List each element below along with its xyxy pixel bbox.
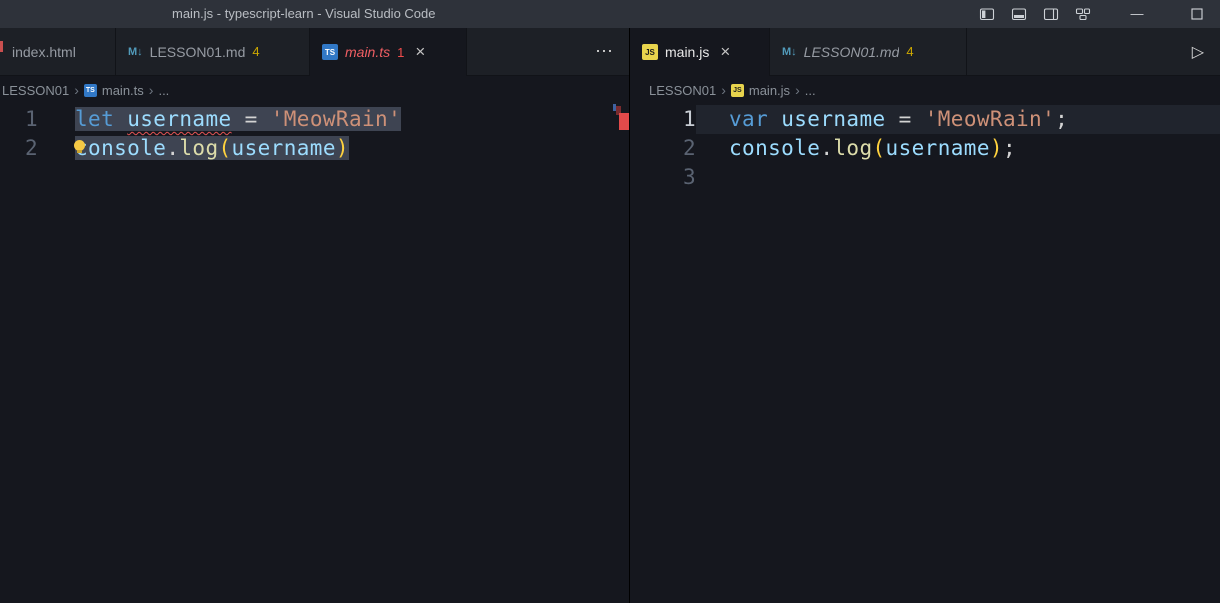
breadcrumb-right: LESSON01 › JS main.js › ... (630, 76, 1220, 104)
token-open-paren: ( (873, 136, 886, 160)
tab-label: index.html (12, 44, 76, 60)
chevron-right-icon: › (795, 82, 800, 98)
tab-lesson01-md[interactable]: M↓ LESSON01.md 4 (116, 28, 310, 75)
token-keyword: var (729, 107, 781, 131)
code-line-empty: 3 (630, 163, 1220, 192)
close-icon[interactable]: × (415, 42, 425, 62)
tab-main-ts[interactable]: TS main.ts 1 × (310, 28, 467, 76)
token-argument: username (232, 136, 336, 160)
titlebar: main.js - typescript-learn - Visual Stud… (0, 0, 1220, 28)
toggle-panel-icon[interactable] (1006, 1, 1032, 27)
token-variable: username (781, 107, 885, 131)
line-number: 1 (0, 105, 38, 134)
breadcrumb-file[interactable]: main.ts (102, 83, 144, 98)
overview-error-mark (619, 113, 629, 130)
javascript-icon: JS (731, 84, 744, 97)
code-line: 2 console.log(username) (0, 134, 629, 163)
lightbulb-icon[interactable] (74, 140, 85, 151)
token-object: console (729, 136, 820, 160)
breadcrumb-left: LESSON01 › TS main.ts › ... (0, 76, 629, 104)
close-icon[interactable]: × (720, 42, 730, 62)
token-argument: username (886, 136, 990, 160)
token-variable-error: username (127, 107, 231, 131)
editor-group-left: index.html M↓ LESSON01.md 4 TS main.ts 1… (0, 28, 629, 603)
tab-bar-left: index.html M↓ LESSON01.md 4 TS main.ts 1… (0, 28, 629, 76)
tab-main-js[interactable]: JS main.js × (630, 28, 770, 76)
breadcrumb-symbol[interactable]: ... (805, 83, 816, 98)
tab-bar-empty-space (467, 28, 579, 75)
customize-layout-icon[interactable] (1070, 1, 1096, 27)
tab-lesson01-md-preview[interactable]: M↓ LESSON01.md 4 (770, 28, 967, 75)
line-number: 3 (630, 163, 696, 192)
chevron-right-icon: › (149, 82, 154, 98)
tab-index-html[interactable]: index.html (0, 28, 116, 75)
code-editor-javascript[interactable]: 1 var username = 'MeowRain'; 2 console.l… (630, 104, 1220, 603)
typescript-icon: TS (84, 84, 97, 97)
more-actions-button[interactable]: ⋯ (579, 41, 629, 62)
line-number: 2 (0, 134, 38, 163)
tab-bar-empty-space (967, 28, 1176, 75)
token-open-paren: ( (219, 136, 232, 160)
token-operator: = (232, 107, 271, 131)
token-semicolon: ; (1003, 136, 1016, 160)
code-line: 2 console.log(username); (630, 134, 1220, 163)
code-line: 1 let username = 'MeowRain' (0, 105, 629, 134)
markdown-icon: M↓ (782, 44, 797, 60)
tab-label: LESSON01.md (150, 44, 246, 60)
token-operator: = (886, 107, 925, 131)
modified-indicator (0, 41, 3, 52)
minimize-icon: — (1131, 1, 1144, 27)
minimize-button[interactable]: — (1124, 1, 1150, 27)
breadcrumb-symbol[interactable]: ... (158, 83, 169, 98)
tab-label: main.js (665, 44, 709, 60)
token-string: 'MeowRain' (271, 107, 401, 131)
line-number: 2 (630, 134, 696, 163)
code-editor-typescript[interactable]: 1 let username = 'MeowRain' 2 console.lo… (0, 104, 629, 603)
typescript-icon: TS (322, 44, 338, 60)
run-button[interactable]: ▷ (1176, 42, 1220, 62)
line-number: 1 (630, 105, 696, 134)
breadcrumb-folder[interactable]: LESSON01 (649, 83, 716, 98)
tab-label: LESSON01.md (804, 44, 900, 60)
chevron-right-icon: › (721, 82, 726, 98)
maximize-button[interactable] (1184, 1, 1210, 27)
tab-error-badge: 1 (397, 45, 404, 60)
breadcrumb-folder[interactable]: LESSON01 (2, 83, 69, 98)
token-close-paren: ) (990, 136, 1003, 160)
window-title: main.js - typescript-learn - Visual Stud… (172, 0, 436, 28)
token-dot: . (820, 136, 833, 160)
tab-label: main.ts (345, 44, 390, 60)
token-object: console (75, 136, 166, 160)
editor-area: index.html M↓ LESSON01.md 4 TS main.ts 1… (0, 28, 1220, 603)
tab-warning-badge: 4 (906, 44, 913, 59)
token-close-paren: ) (336, 136, 349, 160)
toggle-secondary-sidebar-icon[interactable] (1038, 1, 1064, 27)
token-dot: . (166, 136, 179, 160)
tab-warning-badge: 4 (252, 44, 259, 59)
token-keyword: let (75, 107, 127, 131)
javascript-icon: JS (642, 44, 658, 60)
overview-ruler[interactable] (613, 104, 629, 603)
token-semicolon: ; (1055, 107, 1068, 131)
toggle-sidebar-icon[interactable] (974, 1, 1000, 27)
token-method: log (833, 136, 872, 160)
tab-bar-right: JS main.js × M↓ LESSON01.md 4 ▷ (630, 28, 1220, 76)
breadcrumb-file[interactable]: main.js (749, 83, 790, 98)
token-string: 'MeowRain' (925, 107, 1055, 131)
window-controls: — (968, 0, 1210, 28)
chevron-right-icon: › (74, 82, 79, 98)
markdown-icon: M↓ (128, 44, 143, 60)
code-line-current: 1 var username = 'MeowRain'; (630, 105, 1220, 134)
editor-group-right: JS main.js × M↓ LESSON01.md 4 ▷ LESSON01… (629, 28, 1220, 603)
token-method: log (179, 136, 218, 160)
